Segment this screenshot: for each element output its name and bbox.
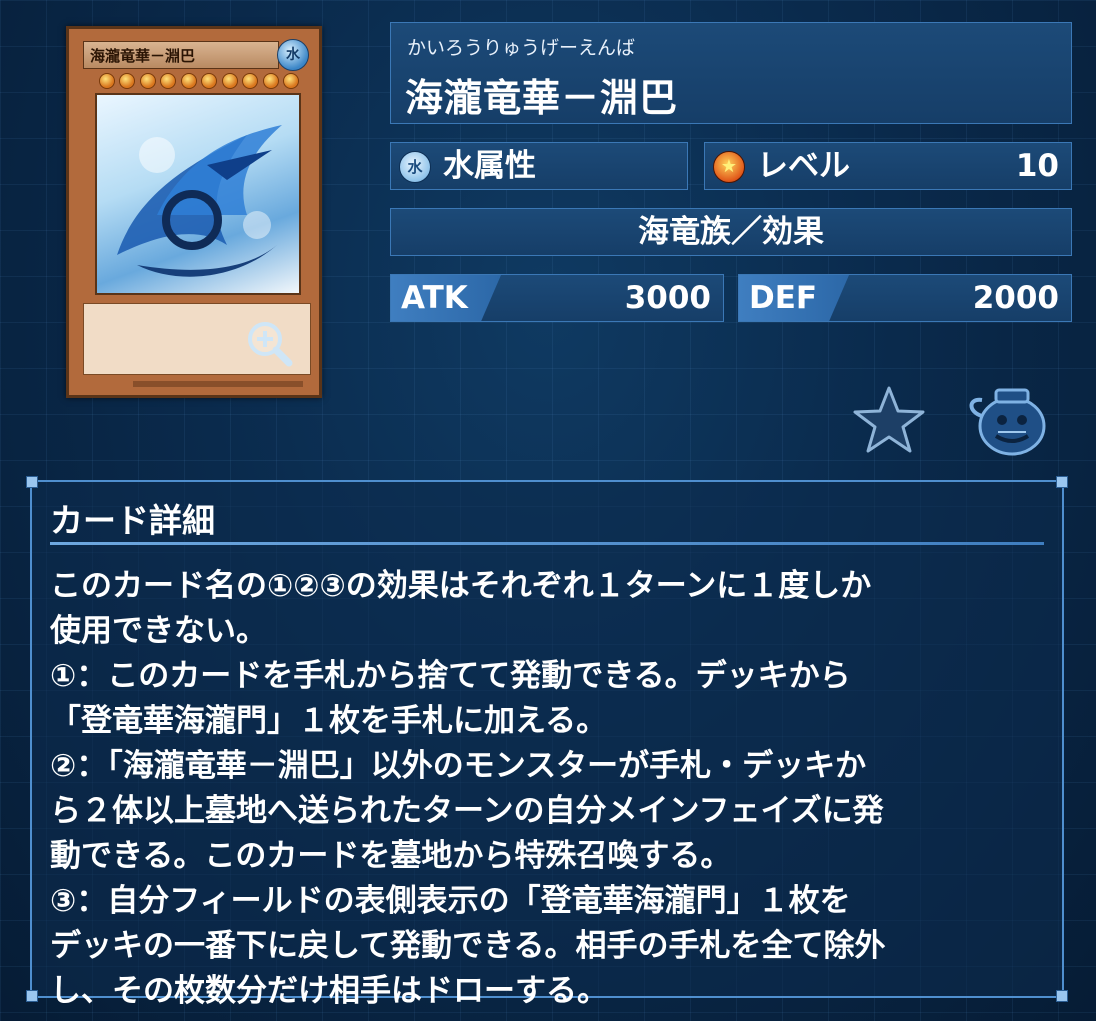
level-star-icon (262, 73, 279, 89)
pot-of-greed-icon[interactable] (966, 382, 1056, 458)
card-name-panel: かいろうりゅうげーえんば 海瀧竜華－淵巴 (390, 22, 1072, 124)
details-text-line: 使用できない。 (50, 613, 267, 649)
card-level-stars (99, 73, 299, 91)
details-text-line: ②：「海瀧竜華－淵巴」以外のモンスターが手札・デッキか (50, 748, 867, 784)
details-text-line: 動できる。このカードを墓地から特殊召喚する。 (50, 838, 732, 874)
def-panel: DEF 2000 (738, 274, 1072, 322)
card-name-title: 海瀧竜華－淵巴 (405, 76, 679, 120)
level-star-icon (99, 73, 115, 89)
atk-value: 3000 (624, 280, 711, 316)
def-label: DEF (749, 280, 818, 316)
details-text-line: このカード名の①②③の効果はそれぞれ１ターンに１度しか (50, 568, 872, 604)
details-text-line: ③：自分フィールドの表側表示の「登竜華海瀧門」１枚を (50, 883, 851, 919)
frame-corner (26, 476, 38, 488)
level-star-icon (221, 73, 238, 89)
card-name-reading: かいろうりゅうげーえんば (407, 37, 636, 59)
atk-panel: ATK 3000 (390, 274, 724, 322)
atk-label: ATK (401, 280, 468, 316)
card-artwork (95, 93, 301, 295)
details-text-line: ①：このカードを手札から捨てて発動できる。デッキから (50, 658, 851, 694)
type-panel: 海竜族／効果 (390, 208, 1072, 256)
level-star-icon (282, 73, 299, 89)
attribute-label: 水属性 (443, 148, 536, 184)
monster-type: 海竜族／効果 (638, 214, 824, 250)
card-copyright-line (133, 381, 303, 387)
attribute-panel: 水 水属性 (390, 142, 688, 190)
details-text: このカード名の①②③の効果はそれぞれ１ターンに１度しか 使用できない。 ①：この… (50, 564, 1052, 1014)
frame-corner (1056, 990, 1068, 1002)
level-star-icon (201, 73, 218, 89)
card-image[interactable]: 海瀧竜華－淵巴 水 (66, 26, 322, 398)
details-text-line: デッキの一番下に戻して発動できる。相手の手札を全て除外 (50, 928, 886, 964)
level-star-icon (160, 73, 177, 89)
details-title: カード詳細 (50, 501, 215, 540)
card-details-box: カード詳細 このカード名の①②③の効果はそれぞれ１ターンに１度しか 使用できない… (26, 476, 1068, 1009)
water-attribute-icon: 水 (399, 151, 431, 183)
level-star-icon (242, 73, 259, 89)
level-value: 10 (1015, 148, 1059, 184)
level-star-icon (713, 151, 745, 183)
magnify-icon[interactable] (245, 319, 295, 369)
level-star-icon (180, 73, 197, 89)
frame-corner (26, 990, 38, 1002)
def-value: 2000 (972, 280, 1059, 316)
details-divider (50, 542, 1044, 545)
level-label: レベル (757, 148, 850, 184)
level-star-icon (119, 73, 136, 89)
details-text-line: 「登竜華海瀧門」１枚を手札に加える。 (50, 703, 608, 739)
details-text-line: ら２体以上墓地へ送られたターンの自分メインフェイズに発 (50, 793, 884, 829)
card-attribute-icon: 水 (277, 39, 309, 71)
details-text-line: し、その枚数分だけ相手はドローする。 (50, 973, 608, 1009)
level-star-icon (139, 73, 156, 89)
frame-corner (1056, 476, 1068, 488)
favorite-star-icon[interactable] (852, 384, 926, 454)
card-image-name: 海瀧竜華－淵巴 (83, 41, 279, 69)
level-panel: レベル 10 (704, 142, 1072, 190)
